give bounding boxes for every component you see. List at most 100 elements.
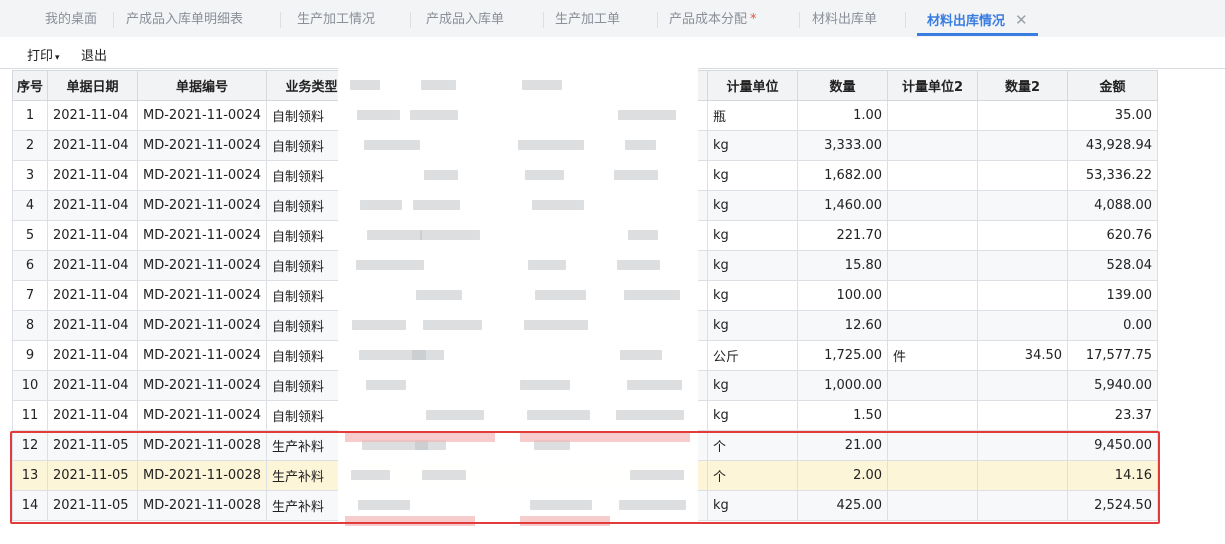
- cell-qty[interactable]: 2.00: [797, 460, 889, 491]
- cell-code[interactable]: MD-2021-11-0024: [136, 400, 268, 431]
- cell-no[interactable]: 14: [12, 490, 48, 521]
- tab-finished-goods-detail[interactable]: 产成品入库单明细表: [126, 0, 243, 36]
- tab-material-issue-status[interactable]: 材料出库情况 ✕: [917, 0, 1038, 36]
- cell-date[interactable]: 2021-11-04: [47, 280, 138, 311]
- cell-date[interactable]: 2021-11-04: [47, 100, 138, 131]
- col-header-unit[interactable]: 计量单位: [707, 70, 799, 101]
- cell-unit2[interactable]: [887, 400, 979, 431]
- cell-unit2[interactable]: [887, 190, 979, 221]
- cell-qty[interactable]: 1,682.00: [797, 160, 889, 191]
- col-header-no[interactable]: 序号: [12, 70, 48, 101]
- cell-amount[interactable]: 23.37: [1067, 400, 1159, 431]
- cell-no[interactable]: 1: [12, 100, 48, 131]
- cell-unit[interactable]: kg: [707, 490, 799, 521]
- cell-amount[interactable]: 5,940.00: [1067, 370, 1159, 401]
- cell-unit2[interactable]: [887, 250, 979, 281]
- cell-amount[interactable]: 53,336.22: [1067, 160, 1159, 191]
- cell-no[interactable]: 5: [12, 220, 48, 251]
- cell-amount[interactable]: 139.00: [1067, 280, 1159, 311]
- cell-amount[interactable]: 14.16: [1067, 460, 1159, 491]
- cell-no[interactable]: 4: [12, 190, 48, 221]
- cell-qty[interactable]: 1.00: [797, 100, 889, 131]
- cell-qty[interactable]: 1,460.00: [797, 190, 889, 221]
- cell-unit[interactable]: kg: [707, 280, 799, 311]
- cell-code[interactable]: MD-2021-11-0024: [136, 370, 268, 401]
- cell-amount[interactable]: 2,524.50: [1067, 490, 1159, 521]
- cell-amount[interactable]: 0.00: [1067, 310, 1159, 341]
- cell-unit2[interactable]: [887, 280, 979, 311]
- cell-no[interactable]: 3: [12, 160, 48, 191]
- cell-qty[interactable]: 12.60: [797, 310, 889, 341]
- cell-qty[interactable]: 15.80: [797, 250, 889, 281]
- tab-cost-allocation[interactable]: 产品成本分配 *: [669, 0, 757, 36]
- cell-code[interactable]: MD-2021-11-0028: [136, 490, 268, 521]
- cell-qty2[interactable]: [977, 280, 1069, 311]
- tab-production-order[interactable]: 生产加工单: [555, 0, 620, 36]
- cell-date[interactable]: 2021-11-04: [47, 220, 138, 251]
- cell-unit[interactable]: kg: [707, 160, 799, 191]
- cell-date[interactable]: 2021-11-04: [47, 340, 138, 371]
- cell-no[interactable]: 9: [12, 340, 48, 371]
- cell-amount[interactable]: 4,088.00: [1067, 190, 1159, 221]
- cell-date[interactable]: 2021-11-04: [47, 190, 138, 221]
- cell-unit2[interactable]: [887, 370, 979, 401]
- cell-date[interactable]: 2021-11-04: [47, 400, 138, 431]
- cell-unit2[interactable]: [887, 220, 979, 251]
- col-header-qty2[interactable]: 数量2: [977, 70, 1069, 101]
- cell-unit2[interactable]: [887, 130, 979, 161]
- cell-date[interactable]: 2021-11-05: [47, 490, 138, 521]
- cell-no[interactable]: 2: [12, 130, 48, 161]
- cell-qty[interactable]: 3,333.00: [797, 130, 889, 161]
- cell-code[interactable]: MD-2021-11-0024: [136, 190, 268, 221]
- cell-unit2[interactable]: [887, 430, 979, 461]
- cell-unit[interactable]: kg: [707, 130, 799, 161]
- cell-unit[interactable]: kg: [707, 190, 799, 221]
- cell-date[interactable]: 2021-11-04: [47, 310, 138, 341]
- cell-unit2[interactable]: [887, 100, 979, 131]
- cell-date[interactable]: 2021-11-04: [47, 370, 138, 401]
- cell-amount[interactable]: 528.04: [1067, 250, 1159, 281]
- cell-amount[interactable]: 17,577.75: [1067, 340, 1159, 371]
- cell-no[interactable]: 8: [12, 310, 48, 341]
- close-icon[interactable]: ✕: [1015, 11, 1028, 29]
- cell-code[interactable]: MD-2021-11-0024: [136, 130, 268, 161]
- cell-code[interactable]: MD-2021-11-0024: [136, 220, 268, 251]
- cell-amount[interactable]: 620.76: [1067, 220, 1159, 251]
- cell-unit[interactable]: 瓶: [707, 100, 799, 131]
- exit-button[interactable]: 退出: [81, 45, 107, 64]
- cell-unit2[interactable]: 件: [887, 340, 979, 371]
- cell-unit[interactable]: kg: [707, 370, 799, 401]
- cell-qty2[interactable]: 34.50: [977, 340, 1069, 371]
- tab-material-issue[interactable]: 材料出库单: [812, 0, 877, 36]
- cell-unit[interactable]: 个: [707, 460, 799, 491]
- cell-qty[interactable]: 425.00: [797, 490, 889, 521]
- cell-code[interactable]: MD-2021-11-0024: [136, 100, 268, 131]
- cell-amount[interactable]: 43,928.94: [1067, 130, 1159, 161]
- tab-finished-goods-receipt[interactable]: 产成品入库单: [426, 0, 504, 36]
- cell-code[interactable]: MD-2021-11-0024: [136, 280, 268, 311]
- cell-qty2[interactable]: [977, 250, 1069, 281]
- col-header-date[interactable]: 单据日期: [47, 70, 138, 101]
- cell-qty[interactable]: 1,000.00: [797, 370, 889, 401]
- cell-qty[interactable]: 221.70: [797, 220, 889, 251]
- cell-unit[interactable]: kg: [707, 250, 799, 281]
- print-button[interactable]: 打印 ▾: [27, 45, 60, 64]
- cell-unit2[interactable]: [887, 160, 979, 191]
- cell-unit[interactable]: kg: [707, 310, 799, 341]
- cell-amount[interactable]: 9,450.00: [1067, 430, 1159, 461]
- cell-unit2[interactable]: [887, 310, 979, 341]
- cell-date[interactable]: 2021-11-05: [47, 460, 138, 491]
- cell-code[interactable]: MD-2021-11-0024: [136, 340, 268, 371]
- col-header-amount[interactable]: 金额: [1067, 70, 1159, 101]
- cell-no[interactable]: 7: [12, 280, 48, 311]
- cell-qty[interactable]: 21.00: [797, 430, 889, 461]
- cell-qty2[interactable]: [977, 130, 1069, 161]
- cell-qty[interactable]: 1,725.00: [797, 340, 889, 371]
- cell-date[interactable]: 2021-11-04: [47, 250, 138, 281]
- cell-date[interactable]: 2021-11-04: [47, 160, 138, 191]
- cell-qty2[interactable]: [977, 160, 1069, 191]
- tab-desktop[interactable]: 我的桌面: [45, 0, 97, 36]
- cell-code[interactable]: MD-2021-11-0024: [136, 250, 268, 281]
- cell-qty[interactable]: 100.00: [797, 280, 889, 311]
- cell-unit2[interactable]: [887, 490, 979, 521]
